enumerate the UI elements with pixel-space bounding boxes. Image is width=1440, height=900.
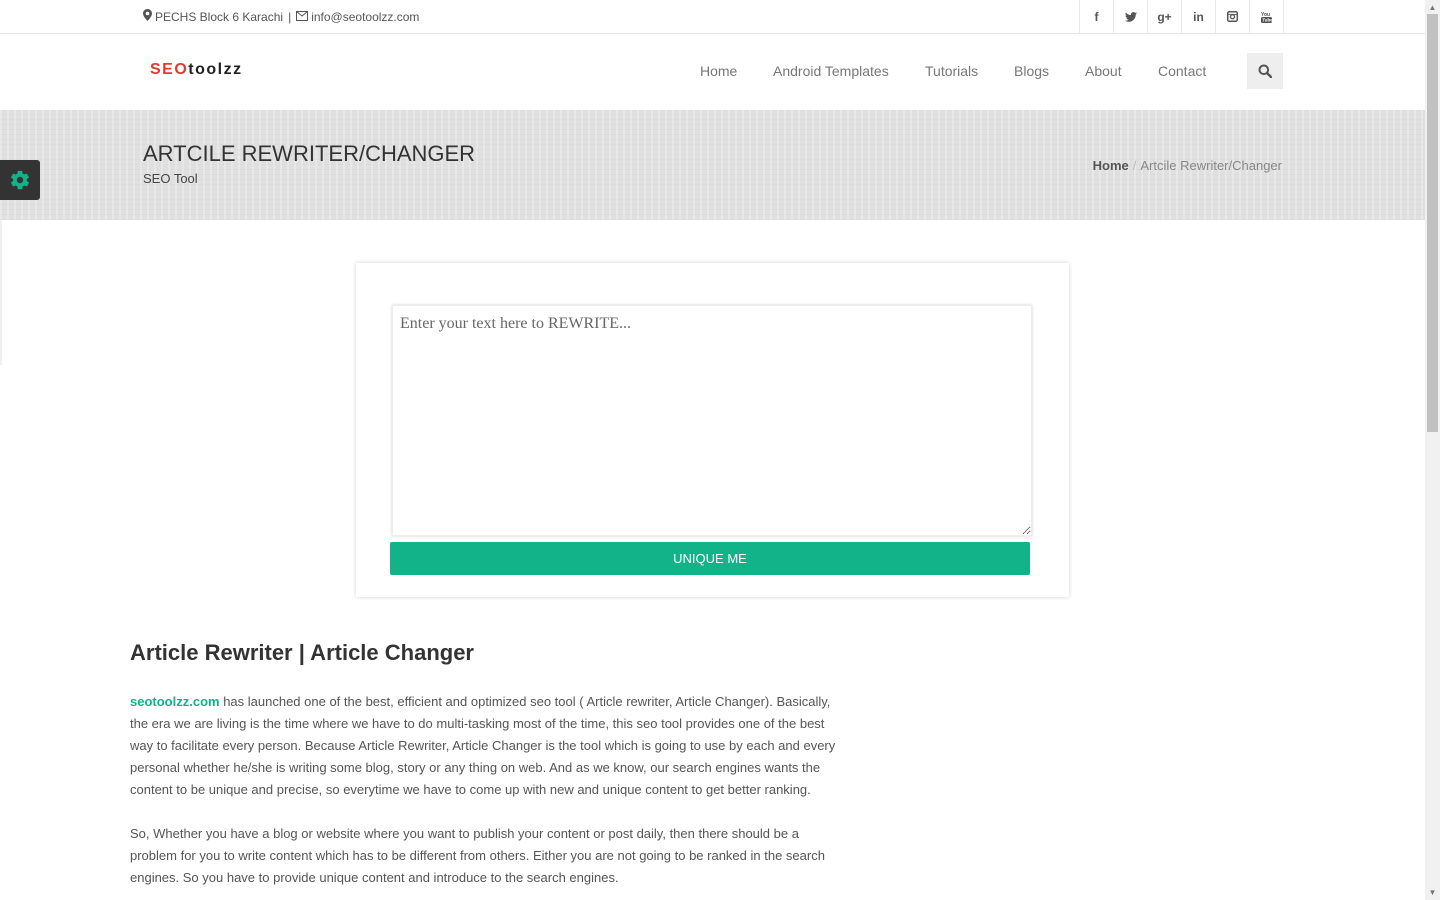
map-marker-icon — [143, 9, 152, 24]
site-header: SEOtoolzz Home Android Templates Tutoria… — [0, 34, 1425, 110]
site-logo[interactable]: SEOtoolzz — [150, 61, 243, 79]
rewriter-tool-card: UNIQUE ME — [356, 263, 1069, 597]
breadcrumb-current: Artcile Rewriter/Changer — [1140, 158, 1282, 173]
instagram-icon[interactable] — [1216, 0, 1250, 33]
unique-me-button[interactable]: UNIQUE ME — [390, 542, 1030, 575]
page-title: ARTCILE REWRITER/CHANGER — [143, 141, 476, 166]
side-panel-edge — [0, 220, 2, 365]
scroll-down-arrow-icon[interactable]: ▼ — [1425, 885, 1440, 900]
logo-part-toolzz: toolzz — [188, 61, 243, 78]
email-link[interactable]: info@seotoolzz.com — [311, 10, 419, 24]
nav-item-android-templates[interactable]: Android Templates — [773, 63, 889, 79]
scroll-up-arrow-icon[interactable]: ▲ — [1425, 0, 1440, 15]
google-plus-icon[interactable]: g+ — [1148, 0, 1182, 33]
youtube-icon[interactable]: You Tube — [1250, 0, 1284, 33]
social-links: f g+ in You Tube — [1079, 0, 1284, 33]
article-heading: Article Rewriter | Article Changer — [130, 640, 474, 665]
scrollbar-thumb[interactable] — [1427, 14, 1438, 432]
settings-toggle[interactable] — [0, 160, 40, 200]
article-paragraph-1: seotoolzz.com has launched one of the be… — [130, 691, 840, 801]
breadcrumb: Home / Artcile Rewriter/Changer — [1093, 158, 1282, 173]
envelope-icon — [296, 10, 309, 24]
address-text: PECHS Block 6 Karachi — [155, 9, 284, 24]
contact-separator: | — [288, 9, 292, 24]
nav-item-contact[interactable]: Contact — [1158, 63, 1206, 79]
article-paragraph-2: So, Whether you have a blog or website w… — [130, 826, 825, 885]
nav-item-about[interactable]: About — [1085, 63, 1122, 79]
site-link[interactable]: seotoolzz.com — [130, 694, 220, 709]
twitter-icon[interactable] — [1114, 0, 1148, 33]
page-title-banner: ARTCILE REWRITER/CHANGER SEO Tool Home / A… — [0, 110, 1425, 220]
top-bar: PECHS Block 6 Karachi | info@seotoolzz.c… — [0, 0, 1425, 34]
page-subtitle: SEO Tool — [143, 171, 198, 186]
gear-icon — [11, 170, 29, 190]
breadcrumb-separator: / — [1132, 158, 1137, 173]
nav-item-home[interactable]: Home — [700, 63, 737, 79]
facebook-icon[interactable]: f — [1080, 0, 1114, 33]
nav-item-blogs[interactable]: Blogs — [1014, 63, 1049, 79]
contact-info: PECHS Block 6 Karachi | info@seotoolzz.c… — [143, 9, 419, 24]
search-icon — [1258, 64, 1272, 78]
breadcrumb-home-link[interactable]: Home — [1093, 158, 1129, 173]
nav-item-tutorials[interactable]: Tutorials — [925, 63, 978, 79]
article-content: Article Rewriter | Article Changer seoto… — [130, 640, 840, 900]
page-scrollbar[interactable]: ▲ ▼ — [1425, 0, 1440, 900]
search-button[interactable] — [1247, 53, 1283, 89]
logo-part-seo: SEO — [150, 61, 189, 78]
paragraph-1-text: has launched one of the best, efficient … — [130, 694, 836, 797]
svg-text:Tube: Tube — [1262, 17, 1272, 22]
rewrite-text-input[interactable] — [392, 305, 1032, 536]
linkedin-icon[interactable]: in — [1182, 0, 1216, 33]
